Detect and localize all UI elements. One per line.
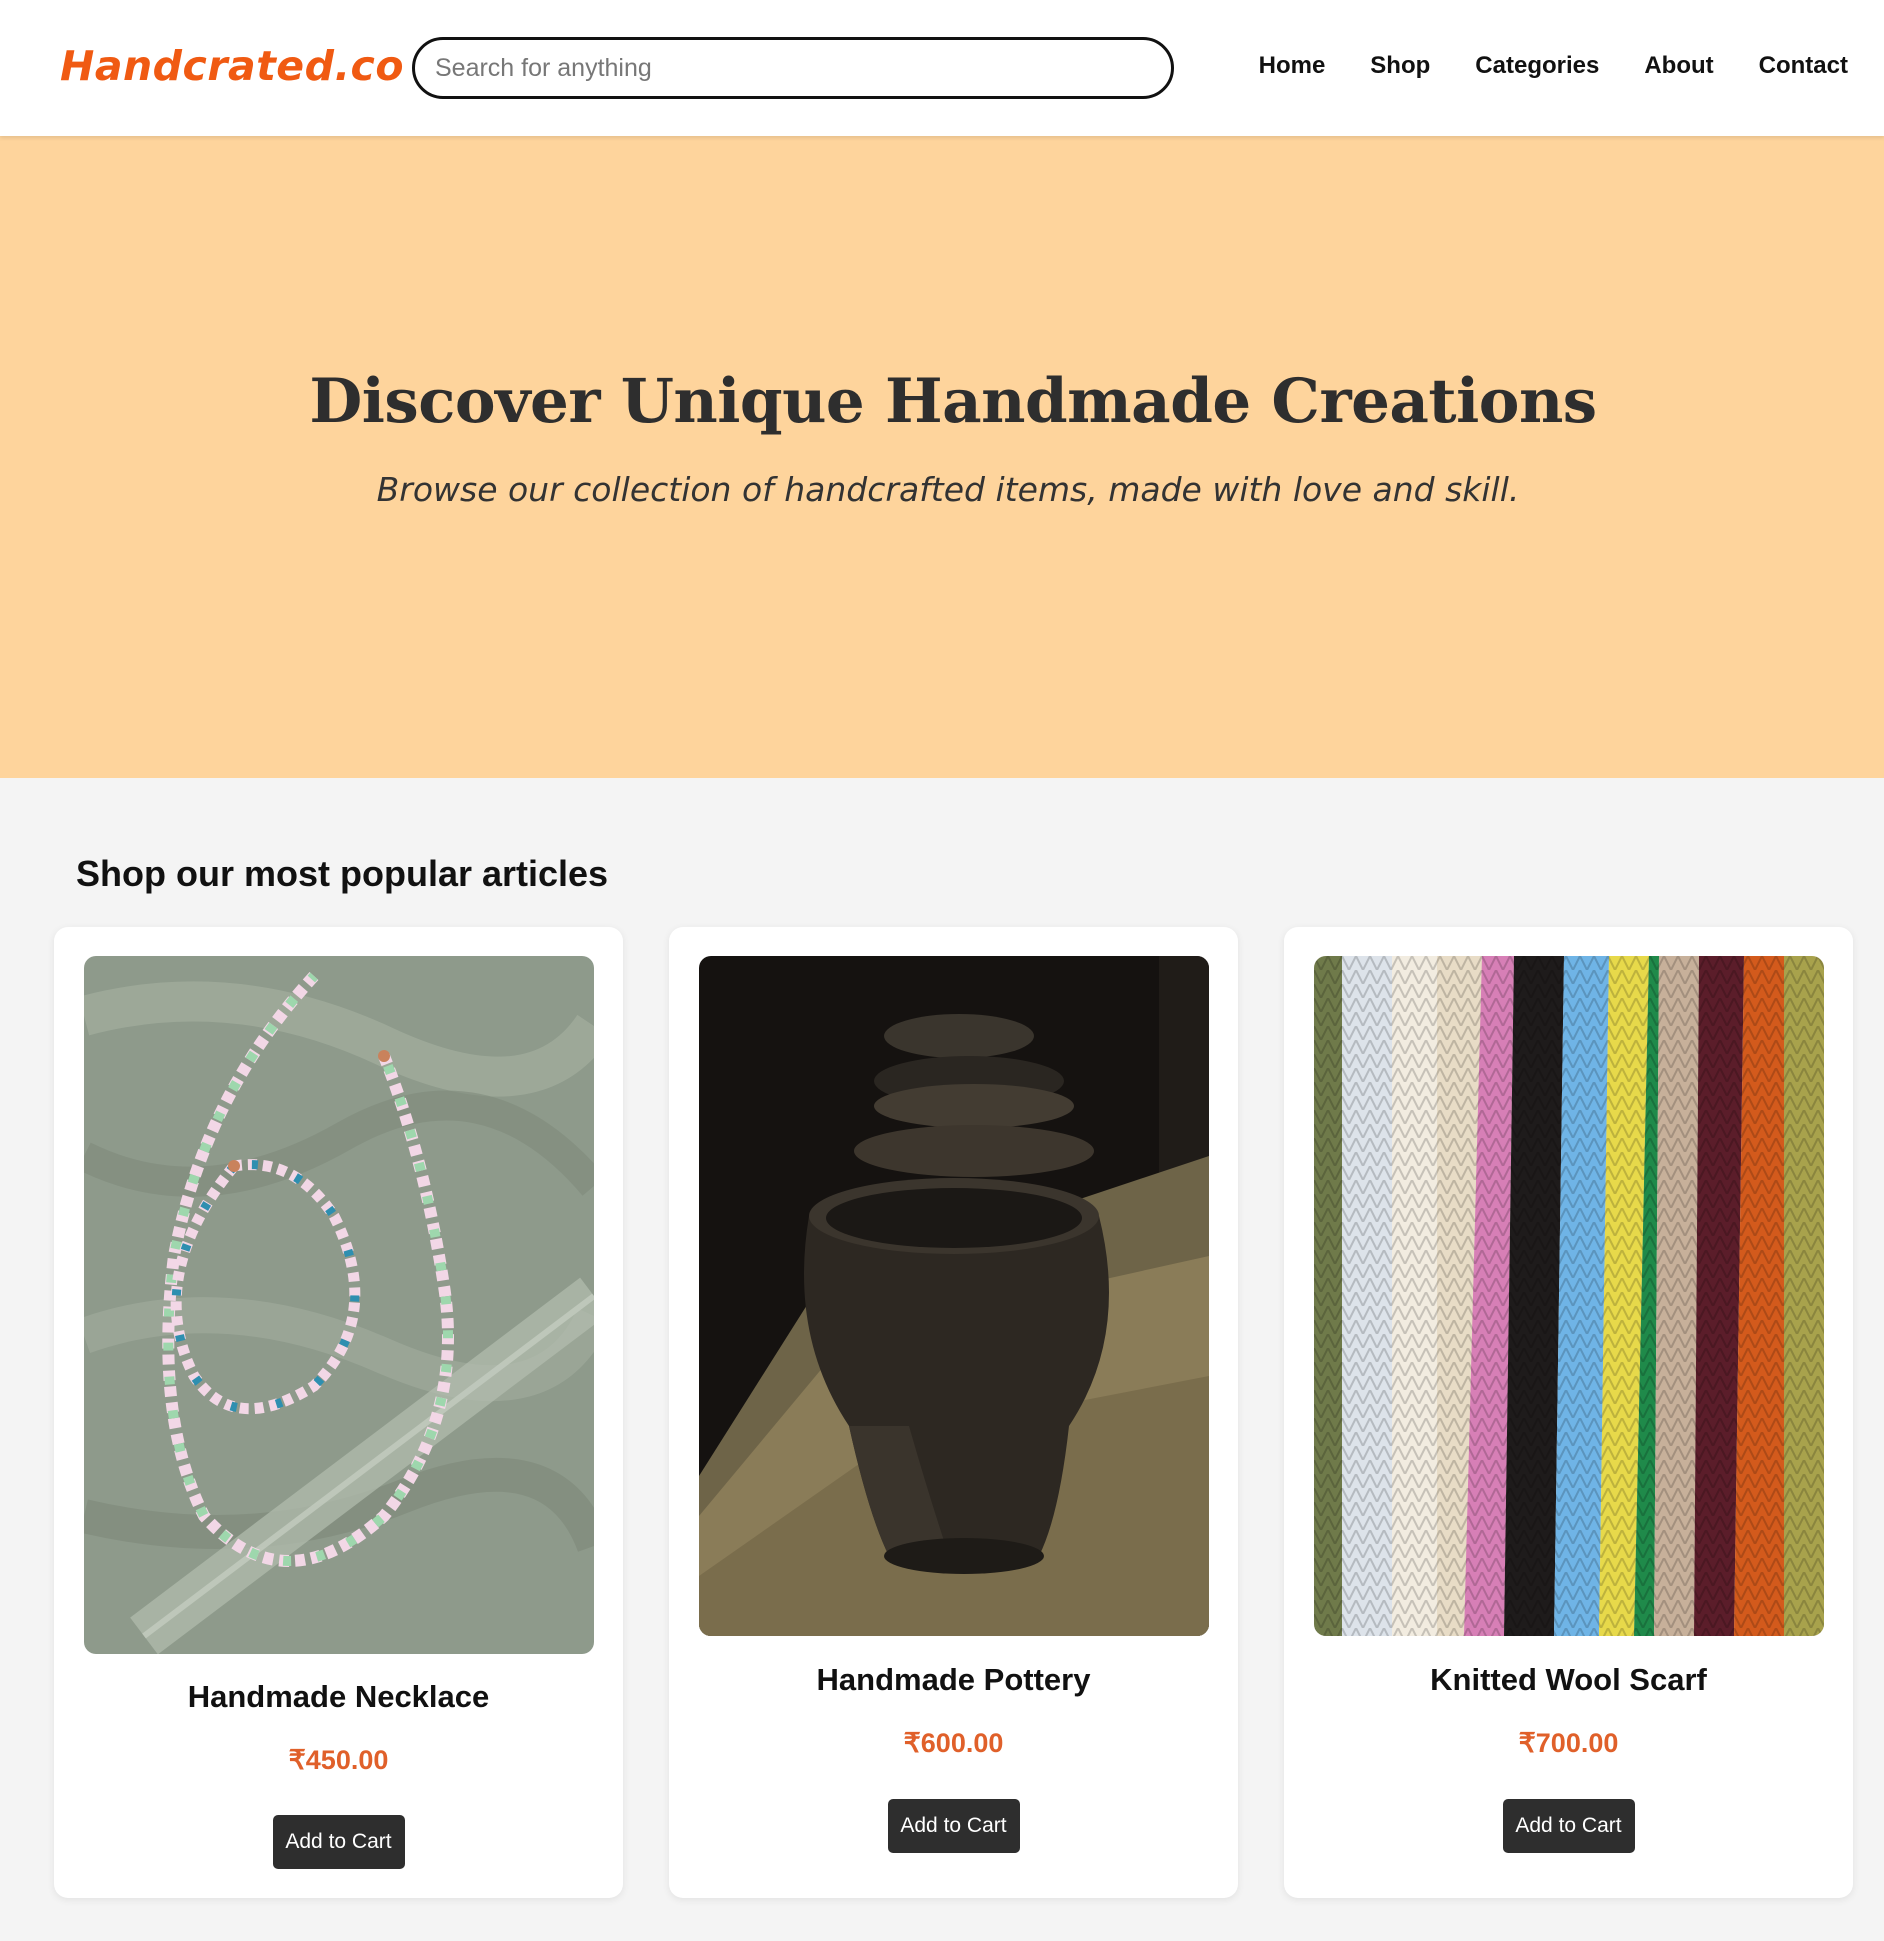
product-name: Handmade Necklace xyxy=(187,1679,490,1714)
nav-home-link[interactable]: Home xyxy=(1259,52,1326,80)
product-name: Handmade Pottery xyxy=(816,1662,1091,1697)
necklace-photo[interactable] xyxy=(84,956,594,1654)
search-input[interactable] xyxy=(412,37,1174,99)
product-price: ₹600.00 xyxy=(903,1728,1004,1758)
add-to-cart-button[interactable]: Add to Cart xyxy=(1502,1799,1635,1853)
site-header: Handcrated.co Home Shop Categories About… xyxy=(0,0,1884,136)
product-price: ₹450.00 xyxy=(288,1745,389,1775)
add-to-cart-button[interactable]: Add to Cart xyxy=(887,1799,1020,1853)
section-title: Shop our most popular articles xyxy=(76,853,609,894)
brand-logo[interactable]: Handcrated.co xyxy=(60,42,404,90)
product-name: Knitted Wool Scarf xyxy=(1430,1662,1707,1697)
add-to-cart-button[interactable]: Add to Cart xyxy=(272,1815,405,1869)
product-card-pottery: Handmade Pottery ₹600.00 Add to Cart xyxy=(669,927,1238,1898)
scarf-photo[interactable] xyxy=(1314,956,1824,1636)
nav-about-link[interactable]: About xyxy=(1644,52,1713,80)
pottery-photo[interactable] xyxy=(699,956,1209,1636)
product-card-scarf: Knitted Wool Scarf ₹700.00 Add to Cart xyxy=(1284,927,1853,1898)
hero-title: Discover Unique Handmade Creations xyxy=(309,366,1597,437)
product-price: ₹700.00 xyxy=(1518,1728,1619,1758)
nav-categories-link[interactable]: Categories xyxy=(1475,52,1599,80)
nav-contact-link[interactable]: Contact xyxy=(1759,52,1848,80)
product-card-necklace: Handmade Necklace ₹450.00 Add to Cart xyxy=(54,927,623,1898)
hero-banner: Discover Unique Handmade Creations Brows… xyxy=(0,136,1884,778)
main-nav: Home Shop Categories About Contact xyxy=(1259,52,1848,80)
hero-subtitle: Browse our collection of handcrafted ite… xyxy=(376,470,1520,509)
nav-shop-link[interactable]: Shop xyxy=(1370,52,1430,80)
